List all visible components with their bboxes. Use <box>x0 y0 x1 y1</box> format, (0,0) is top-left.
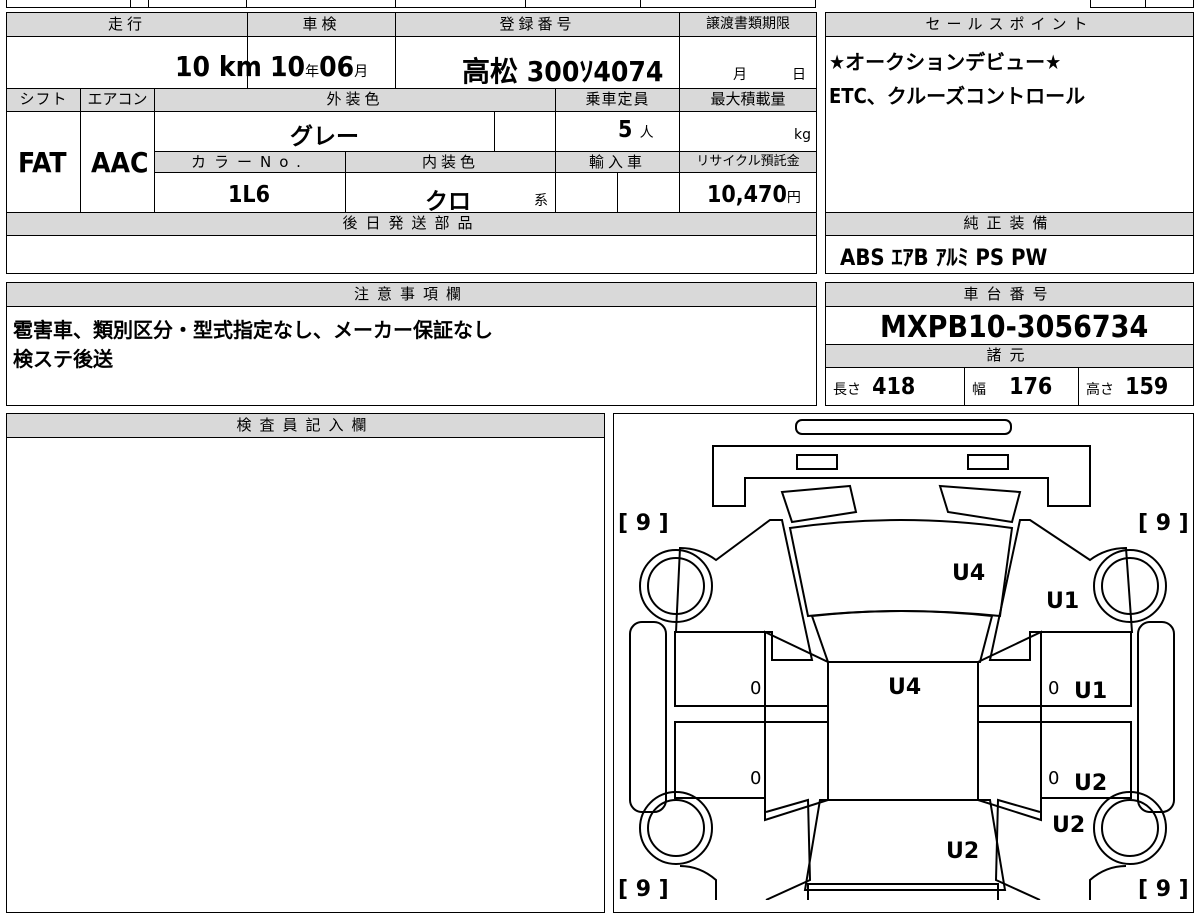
interior-color-label: 内装色 <box>346 152 555 173</box>
spec-height: 高さ 159 <box>1086 374 1169 400</box>
top-clipped-right <box>1090 0 1194 8</box>
sales-point-line-1: ★オークションデビュー★ <box>829 50 1062 74</box>
inspection-value: 10年06月 <box>270 50 369 83</box>
max-load-label: 最大積載量 <box>680 89 816 112</box>
registration-label: 登録番号 <box>396 13 679 37</box>
capacity-value: 5 人 <box>618 117 654 143</box>
mark-front-fender-right: U1 <box>1046 589 1079 614</box>
recycle-fee-value: 10,470円 <box>707 182 801 208</box>
aircon-label: エアコン <box>81 89 154 112</box>
equipment-label: 純正装備 <box>826 213 1193 236</box>
spec-length: 長さ 418 <box>833 374 916 400</box>
inspector-label: 検査員記入欄 <box>7 414 604 438</box>
tire-front-right-label: [ 9 ] <box>1138 511 1189 536</box>
specs-label: 諸元 <box>826 345 1193 368</box>
transfer-deadline-label: 譲渡書類期限 <box>680 13 816 37</box>
exterior-color-label: 外装色 <box>155 89 555 112</box>
color-no-label: カラーNo. <box>155 152 345 173</box>
mileage-label: 走行 <box>7 13 247 37</box>
chassis-number: MXPB10-3056734 <box>880 310 1149 345</box>
equipment-value: ABS ｴｱB ｱﾙﾐ PS PW <box>840 246 1048 271</box>
rear-right-door-zero: 0 <box>1048 768 1059 789</box>
tire-front-left-label: [ 9 ] <box>618 511 669 536</box>
deadline-day-unit: 日 <box>792 67 806 83</box>
spec-width: 幅 176 <box>972 374 1053 400</box>
color-no-value: 1L6 <box>228 182 270 208</box>
interior-color-value: クロ <box>425 189 471 215</box>
chassis-label: 車台番号 <box>826 283 1193 307</box>
notes-line-1: 雹害車、類別区分・型式指定なし、メーカー保証なし <box>13 318 493 342</box>
aircon-value: AAC <box>91 146 149 179</box>
mark-trunk: U2 <box>946 839 979 864</box>
exterior-color-value: グレー <box>290 124 359 150</box>
recycle-fee-label: リサイクル預託金 <box>680 152 816 173</box>
shift-label: シフト <box>7 89 80 112</box>
notes-label: 注意事項欄 <box>7 283 816 307</box>
sales-points-label: セールスポイント <box>826 13 1193 37</box>
car-damage-diagram: [ 9 ] [ 9 ] [ 9 ] [ 9 ] U4 U1 U4 U1 U2 U… <box>618 419 1189 900</box>
mark-rear-door-right: U2 <box>1074 771 1107 796</box>
front-right-door-zero: 0 <box>1048 678 1059 699</box>
sales-point-line-2: ETC、クルーズコントロール <box>829 84 1086 108</box>
tire-rear-left-label: [ 9 ] <box>618 877 669 900</box>
inspection-label: 車検 <box>248 13 395 37</box>
mark-rear-fender-right: U2 <box>1052 813 1085 838</box>
mileage-value: 10 km <box>175 50 262 83</box>
mark-roof: U4 <box>888 675 921 700</box>
capacity-label: 乗車定員 <box>556 89 679 112</box>
top-clipped-row <box>6 0 816 8</box>
mark-front-door-right: U1 <box>1074 679 1107 704</box>
registration-number: 高松 300ｿ4074 <box>462 55 664 88</box>
notes-line-2: 検ステ後送 <box>13 347 113 371</box>
deadline-month-unit: 月 <box>733 67 747 83</box>
shift-value: FAT <box>18 146 67 179</box>
mark-hood: U4 <box>952 561 985 586</box>
later-parts-label: 後日発送部品 <box>7 213 816 236</box>
tire-rear-right-label: [ 9 ] <box>1138 877 1189 900</box>
import-label: 輸入車 <box>556 152 679 173</box>
front-left-door-zero: 0 <box>750 678 761 699</box>
interior-color-suffix: 系 <box>534 193 548 209</box>
max-load-unit: kg <box>794 127 811 143</box>
rear-left-door-zero: 0 <box>750 768 761 789</box>
inspector-block <box>6 413 605 913</box>
